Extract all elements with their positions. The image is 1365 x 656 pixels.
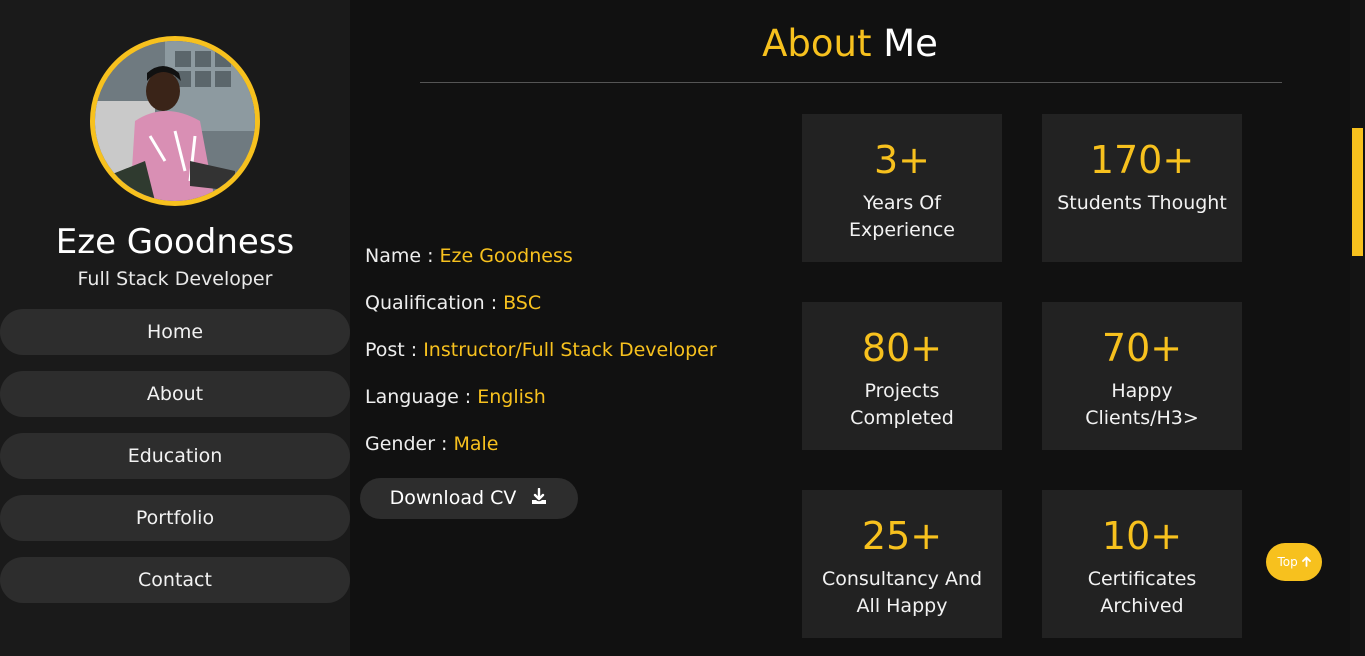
info-label: Name : [365,245,434,267]
stat-card-consultancy: 25+ Consultancy And All Happy [802,490,1002,638]
stat-label: Certificates Archived [1087,568,1197,617]
info-row-language: Language : English [365,385,717,432]
page-title-rest: Me [883,22,938,65]
info-label: Qualification : [365,292,498,314]
personal-info: Name : Eze Goodness Qualification : BSC Po… [365,244,717,479]
page-title: About Me [350,22,1350,65]
nav-item-portfolio[interactable]: Portfolio [0,495,350,541]
download-cv-button[interactable]: Download CV [360,478,578,519]
stat-value: 25+ [861,514,943,558]
info-row-gender: Gender : Male [365,432,717,479]
page: Eze Goodness Full Stack Developer Home A… [0,0,1365,656]
stat-value: 170+ [1089,138,1195,182]
stat-value: 3+ [873,138,931,182]
profile-role: Full Stack Developer [77,268,273,290]
info-value: English [477,386,546,408]
stat-label: Happy Clients/H3> [1085,380,1199,429]
info-label: Language : [365,386,472,408]
info-value: Male [453,433,499,455]
sidebar: Eze Goodness Full Stack Developer Home A… [0,0,350,656]
info-label: Gender : [365,433,448,455]
stat-label: Projects Completed [850,380,954,429]
info-value: Eze Goodness [439,245,573,267]
stat-card-projects: 80+ Projects Completed [802,302,1002,450]
download-cv-label: Download CV [389,487,517,509]
stat-label: Years Of Experience [849,192,955,241]
info-row-post: Post : Instructor/Full Stack Developer [365,338,717,385]
nav-item-home[interactable]: Home [0,309,350,355]
nav-item-about[interactable]: About [0,371,350,417]
info-value: BSC [503,292,542,314]
back-to-top-button[interactable]: Top [1266,543,1322,581]
info-row-qualification: Qualification : BSC [365,291,717,338]
nav-item-education[interactable]: Education [0,433,350,479]
about-section: About Me Name : Eze Goodness Qualificatio… [350,0,1350,656]
title-divider [420,82,1282,83]
stat-card-experience: 3+ Years Of Experience [802,114,1002,262]
stat-card-clients: 70+ Happy Clients/H3> [1042,302,1242,450]
info-value: Instructor/Full Stack Developer [423,339,717,361]
stat-value: 10+ [1101,514,1183,558]
back-to-top-label: Top [1277,555,1298,569]
main-nav: Home About Education Portfolio Contact [0,309,350,619]
stat-card-certificates: 10+ Certificates Archived [1042,490,1242,638]
scrollbar-thumb[interactable] [1352,128,1363,256]
profile-avatar [90,36,260,206]
stat-label: Consultancy And All Happy [821,568,983,617]
page-title-accent: About [762,22,872,65]
profile-name: Eze Goodness [55,222,295,262]
stat-card-students: 170+ Students Thought [1042,114,1242,262]
download-icon [532,488,547,504]
stat-value: 70+ [1101,326,1183,370]
stat-value: 80+ [861,326,943,370]
arrow-up-icon [1301,556,1311,567]
info-label: Post : [365,339,418,361]
nav-item-contact[interactable]: Contact [0,557,350,603]
info-row-name: Name : Eze Goodness [365,244,717,291]
page-scrollbar[interactable] [1350,0,1365,656]
profile-photo-icon [95,41,255,201]
stat-label: Students Thought [1057,192,1227,214]
